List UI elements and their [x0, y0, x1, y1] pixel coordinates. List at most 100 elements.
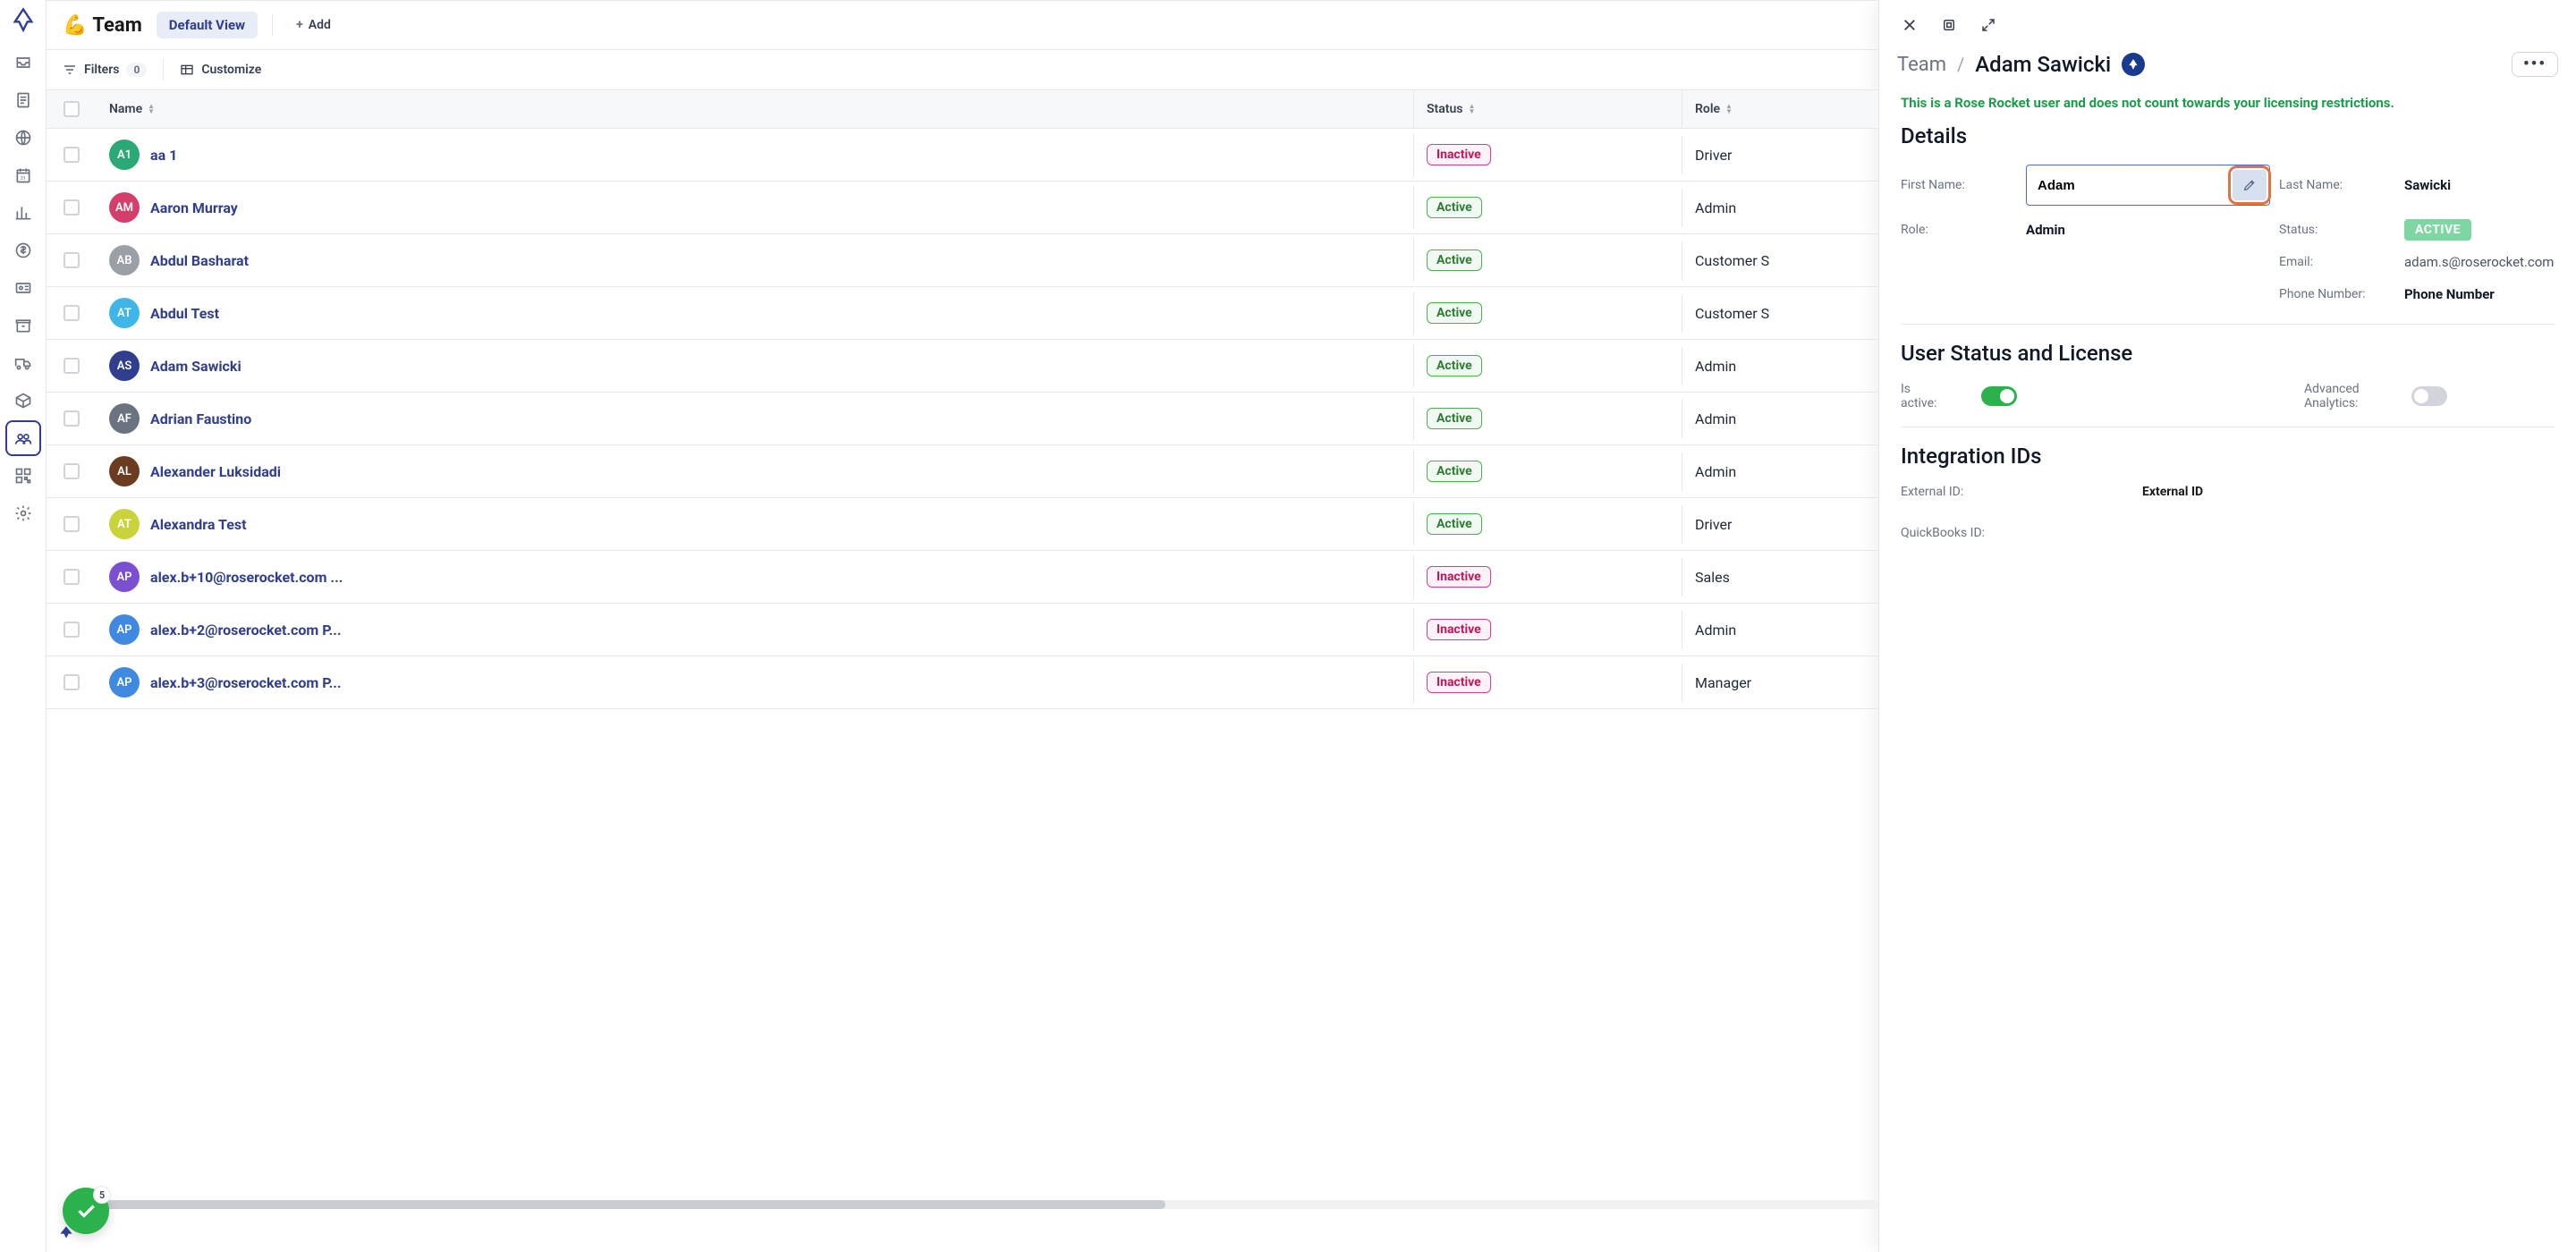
- table-row[interactable]: AT Abdul Test Active Customer S: [47, 287, 1878, 340]
- filter-icon: [63, 63, 77, 77]
- toolbar: Filters 0 Customize: [47, 50, 1878, 90]
- select-all-checkbox[interactable]: [64, 101, 80, 117]
- section-details: Details: [1901, 123, 2555, 148]
- avatar: AP: [109, 667, 140, 698]
- row-checkbox[interactable]: [64, 358, 80, 374]
- close-button[interactable]: [1897, 13, 1922, 38]
- nav-team-icon[interactable]: [5, 420, 41, 456]
- col-name-header[interactable]: Name ▲▼: [97, 90, 1413, 128]
- row-role: Admin: [1695, 410, 1736, 427]
- filters-button[interactable]: Filters 0: [63, 63, 147, 77]
- customize-button[interactable]: Customize: [180, 63, 261, 77]
- nav-truck-icon[interactable]: [5, 345, 41, 381]
- nav-inbox-icon[interactable]: [5, 45, 41, 80]
- role-label: Role:: [1901, 223, 2017, 237]
- external-id-value[interactable]: External ID: [2142, 485, 2203, 499]
- last-name-value[interactable]: Sawicki: [2404, 177, 2555, 193]
- row-checkbox[interactable]: [64, 569, 80, 585]
- nav-globe-icon[interactable]: [5, 120, 41, 156]
- table-row[interactable]: AP alex.b+10@roserocket.com ... Inactive…: [47, 551, 1878, 604]
- row-role: Driver: [1695, 516, 1732, 533]
- divider: [1901, 324, 2555, 325]
- row-name[interactable]: alex.b+2@roserocket.com P...: [150, 622, 342, 639]
- avatar: AP: [109, 614, 140, 645]
- page-emoji: 💪: [63, 14, 87, 37]
- license-row: Is active: Advanced Analytics:: [1901, 382, 2555, 410]
- view-selector[interactable]: Default View: [157, 12, 258, 38]
- nav-document-icon[interactable]: [5, 82, 41, 118]
- add-label: Add: [309, 18, 331, 32]
- col-role-header[interactable]: Role ▲▼: [1682, 90, 1878, 128]
- nav-calendar-icon[interactable]: 31: [5, 157, 41, 193]
- row-checkbox[interactable]: [64, 199, 80, 216]
- row-role: Admin: [1695, 463, 1736, 480]
- table-row[interactable]: AM Aaron Murray Active Admin: [47, 182, 1878, 234]
- first-name-field[interactable]: [2026, 165, 2270, 206]
- external-id-label: External ID:: [1901, 485, 2106, 499]
- row-name[interactable]: Abdul Test: [150, 305, 219, 322]
- row-name[interactable]: Alexander Luksidadi: [150, 463, 281, 480]
- row-name[interactable]: Abdul Basharat: [150, 252, 249, 269]
- role-value[interactable]: Admin: [2026, 222, 2270, 238]
- table-row[interactable]: AB Abdul Basharat Active Customer S: [47, 234, 1878, 287]
- row-name[interactable]: alex.b+10@roserocket.com ...: [150, 569, 343, 586]
- nav-archive-icon[interactable]: [5, 308, 41, 343]
- table-row[interactable]: AL Alexander Luksidadi Active Admin: [47, 445, 1878, 498]
- status-pill: Active: [1427, 408, 1482, 429]
- svg-text:31: 31: [20, 176, 26, 182]
- add-button[interactable]: + Add: [287, 13, 340, 38]
- breadcrumb-root[interactable]: Team: [1897, 54, 1946, 76]
- is-active-toggle[interactable]: [1981, 386, 2017, 406]
- row-role: Driver: [1695, 147, 1732, 164]
- row-checkbox[interactable]: [64, 674, 80, 690]
- row-name[interactable]: aa 1: [150, 147, 177, 164]
- advanced-toggle[interactable]: [2411, 386, 2447, 406]
- sort-icon: ▲▼: [1725, 104, 1733, 114]
- row-checkbox[interactable]: [64, 147, 80, 163]
- row-checkbox[interactable]: [64, 410, 80, 427]
- row-name[interactable]: Adam Sawicki: [150, 358, 242, 375]
- more-menu-button[interactable]: •••: [2512, 52, 2558, 77]
- email-value[interactable]: adam.s@roserocket.com: [2404, 254, 2555, 270]
- row-checkbox[interactable]: [64, 622, 80, 638]
- row-role: Admin: [1695, 358, 1736, 375]
- row-name[interactable]: alex.b+3@roserocket.com P...: [150, 674, 342, 691]
- edit-button[interactable]: [2233, 170, 2267, 200]
- first-name-input[interactable]: [2027, 169, 2228, 202]
- last-name-label: Last Name:: [2279, 178, 2395, 192]
- nav-qr-icon[interactable]: [5, 458, 41, 494]
- minimize-button[interactable]: [1936, 13, 1962, 38]
- horizontal-scrollbar[interactable]: [97, 1200, 1878, 1209]
- row-name[interactable]: Aaron Murray: [150, 199, 238, 216]
- row-checkbox[interactable]: [64, 252, 80, 268]
- expand-button[interactable]: [1976, 13, 2001, 38]
- app-logo[interactable]: [11, 7, 36, 32]
- filters-label: Filters: [84, 63, 119, 77]
- nav-id-icon[interactable]: [5, 270, 41, 306]
- row-checkbox[interactable]: [64, 305, 80, 321]
- table-row[interactable]: AP alex.b+2@roserocket.com P... Inactive…: [47, 604, 1878, 656]
- sidebar-nav: 31: [0, 0, 47, 1252]
- row-checkbox[interactable]: [64, 516, 80, 532]
- table-row[interactable]: A1 aa 1 Inactive Driver: [47, 129, 1878, 182]
- row-checkbox[interactable]: [64, 463, 80, 479]
- row-role: Admin: [1695, 622, 1736, 639]
- row-role: Sales: [1695, 569, 1730, 586]
- col-status-label: Status: [1427, 102, 1462, 116]
- status-pill: Active: [1427, 355, 1482, 376]
- details-grid: First Name: Last Name: Sawicki Role: Adm…: [1901, 165, 2555, 302]
- table-row[interactable]: AS Adam Sawicki Active Admin: [47, 340, 1878, 393]
- table-row[interactable]: AP alex.b+3@roserocket.com P... Inactive…: [47, 656, 1878, 709]
- table-row[interactable]: AT Alexandra Test Active Driver: [47, 498, 1878, 551]
- phone-value[interactable]: Phone Number: [2404, 286, 2555, 302]
- row-name[interactable]: Adrian Faustino: [150, 410, 251, 427]
- corner-arrow-icon: [57, 1223, 75, 1245]
- row-name[interactable]: Alexandra Test: [150, 516, 247, 533]
- page-title-text: Team: [92, 14, 141, 37]
- table-row[interactable]: AF Adrian Faustino Active Admin: [47, 393, 1878, 445]
- nav-settings-icon[interactable]: [5, 495, 41, 531]
- nav-box-icon[interactable]: [5, 383, 41, 419]
- nav-chart-icon[interactable]: [5, 195, 41, 231]
- nav-money-icon[interactable]: [5, 233, 41, 268]
- col-status-header[interactable]: Status ▲▼: [1413, 90, 1682, 128]
